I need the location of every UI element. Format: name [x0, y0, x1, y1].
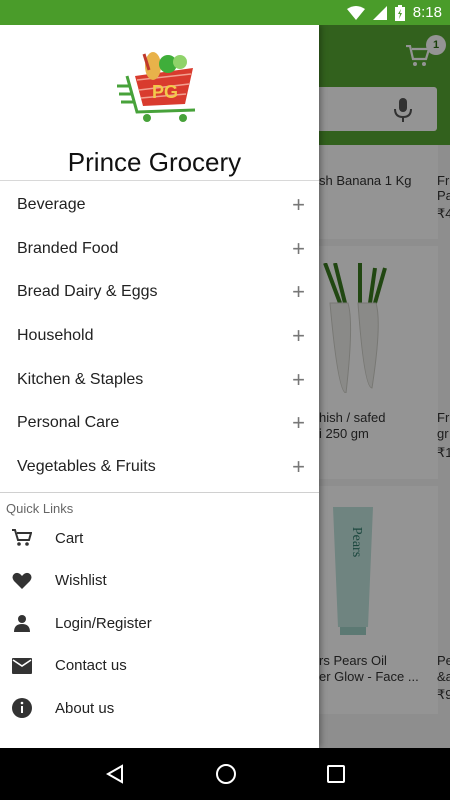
quick-link-contact-us[interactable]: Contact us [0, 645, 319, 688]
quick-link-wishlist[interactable]: Wishlist [0, 560, 319, 603]
category-label: Bread Dairy & Eggs [17, 283, 158, 301]
system-nav-bar [0, 748, 450, 800]
quick-link-label: Wishlist [55, 572, 107, 590]
category-label: Vegetables & Fruits [17, 457, 156, 475]
divider [0, 492, 319, 493]
quick-links-title: Quick Links [6, 501, 74, 516]
category-label: Beverage [17, 195, 86, 213]
expand-plus-icon[interactable]: + [292, 412, 305, 434]
status-time: 8:18 [412, 4, 442, 21]
quick-link-about-us[interactable]: About us [0, 687, 319, 730]
screen: 8:18 1 sh Banana 1 Kg Fr Pa ₹4 hish / sa… [0, 0, 450, 800]
person-icon [12, 613, 32, 633]
quick-link-label: Login/Register [55, 614, 152, 632]
expand-plus-icon[interactable]: + [292, 455, 305, 478]
category-item-vegetables-fruits[interactable]: Vegetables & Fruits + [0, 445, 319, 489]
cart-icon [12, 528, 32, 548]
expand-plus-icon[interactable]: + [292, 237, 305, 260]
navigation-drawer: PG Prince Grocery Beverage + Branded Foo… [0, 25, 319, 748]
category-label: Personal Care [17, 414, 120, 432]
category-label: Branded Food [17, 239, 119, 257]
quick-link-label: Cart [55, 529, 84, 547]
battery-icon [394, 4, 405, 21]
brand-logo: PG [113, 46, 207, 128]
logo-text: PG [152, 82, 178, 102]
quick-link-login-register[interactable]: Login/Register [0, 602, 319, 645]
status-bar: 8:18 [0, 0, 450, 25]
category-label: Kitchen & Staples [17, 370, 144, 388]
category-label: Household [17, 326, 94, 344]
category-item-household[interactable]: Household + [0, 314, 319, 358]
category-list: Beverage + Branded Food + Bread Dairy & … [0, 183, 319, 489]
home-icon[interactable] [215, 763, 237, 785]
mail-icon [12, 656, 32, 676]
category-item-bread-dairy-eggs[interactable]: Bread Dairy & Eggs + [0, 270, 319, 314]
back-icon[interactable] [105, 764, 125, 784]
signal-icon [372, 5, 387, 20]
expand-plus-icon[interactable]: + [292, 281, 305, 303]
brand-name: Prince Grocery [67, 147, 242, 177]
drawer-header: PG Prince Grocery [0, 25, 319, 181]
wifi-icon [346, 5, 365, 20]
expand-plus-icon[interactable]: + [292, 324, 305, 347]
quick-link-cart[interactable]: Cart [0, 517, 319, 560]
recents-icon[interactable] [327, 765, 345, 783]
quick-link-label: Contact us [55, 657, 127, 675]
category-item-beverage[interactable]: Beverage + [0, 183, 319, 227]
category-item-branded-food[interactable]: Branded Food + [0, 227, 319, 271]
quick-link-label: About us [55, 699, 115, 717]
expand-plus-icon[interactable]: + [292, 368, 305, 391]
category-item-personal-care[interactable]: Personal Care + [0, 401, 319, 445]
category-item-kitchen-staples[interactable]: Kitchen & Staples + [0, 358, 319, 402]
info-icon [12, 698, 32, 719]
quick-links-list: Cart Wishlist Login/Register Contact us [0, 517, 319, 730]
expand-plus-icon[interactable]: + [292, 193, 305, 216]
heart-icon [12, 571, 32, 591]
